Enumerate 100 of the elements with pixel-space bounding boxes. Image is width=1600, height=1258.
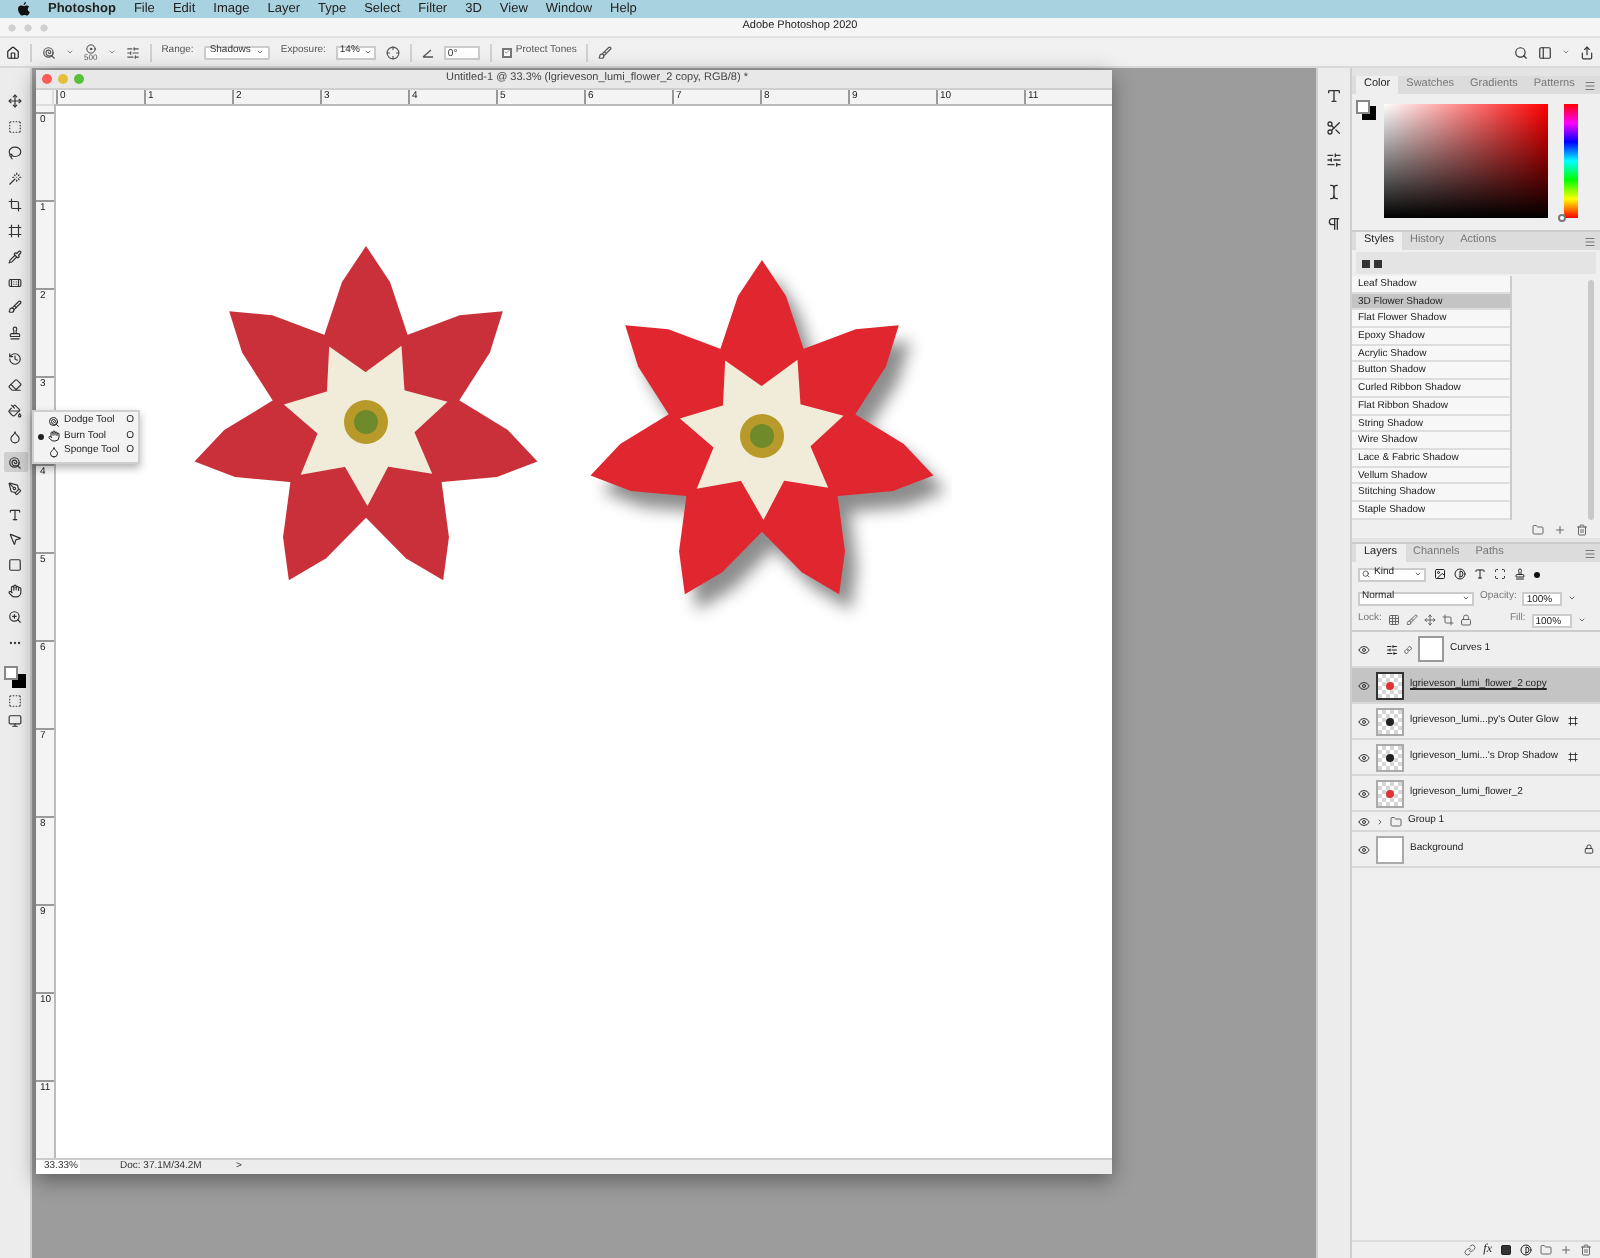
tool-button[interactable] [3, 246, 27, 266]
tool-button[interactable] [3, 143, 27, 163]
close-button[interactable] [42, 74, 52, 84]
frame-icon [8, 223, 22, 238]
angle-icon [421, 47, 434, 57]
image-filter-icon[interactable] [1434, 568, 1446, 580]
tool-button[interactable] [3, 452, 27, 473]
brush-tip-icon[interactable] [85, 43, 96, 53]
visibility-icon[interactable] [1358, 787, 1370, 799]
pointer-icon [8, 532, 22, 547]
search-icon[interactable] [1514, 45, 1528, 59]
lock-pixels-icon[interactable] [1387, 614, 1400, 626]
bandage-icon [8, 275, 22, 290]
adjustment-filter-icon[interactable] [1454, 568, 1466, 580]
visibility-icon[interactable] [1358, 679, 1370, 691]
color-swatches[interactable] [1356, 100, 1376, 120]
more-icon [8, 636, 22, 650]
home-icon[interactable] [6, 45, 20, 59]
pen-icon [8, 481, 22, 496]
layer-thumbnail [1376, 671, 1404, 699]
lock-paint-icon[interactable] [1405, 614, 1418, 626]
lock-position-icon[interactable] [1423, 614, 1436, 626]
hand-icon [48, 430, 60, 443]
color-picker-field[interactable] [1384, 104, 1548, 218]
brush-settings-icon[interactable] [125, 45, 140, 59]
eyedropper-icon [8, 249, 22, 264]
droplet-icon [8, 429, 22, 444]
tool-button[interactable] [3, 220, 27, 241]
adjustment-icon[interactable] [1520, 1244, 1532, 1256]
tool-button[interactable] [3, 195, 27, 215]
visibility-icon[interactable] [1358, 815, 1370, 827]
type-icon[interactable] [1326, 88, 1342, 104]
folder-icon[interactable] [1532, 523, 1544, 535]
layer-thumbnail [1376, 835, 1404, 863]
lock-icon [1584, 844, 1594, 854]
type-icon [8, 507, 22, 522]
lock-artboard-icon[interactable] [1441, 614, 1454, 626]
history-brush-icon [8, 352, 22, 367]
sponge-icon [48, 445, 60, 458]
layer-thumbnail [1376, 743, 1404, 771]
check-icon [503, 48, 510, 56]
tool-button[interactable] [3, 401, 27, 421]
mask-thumbnail [1418, 636, 1444, 662]
folder-icon [1390, 815, 1402, 827]
paragraph-icon[interactable] [1326, 216, 1342, 232]
tool-button[interactable] [3, 581, 27, 602]
apple-logo-icon[interactable] [18, 2, 30, 16]
visibility-icon[interactable] [1358, 751, 1370, 763]
text-cursor-icon[interactable] [1326, 184, 1342, 200]
panel-menu-icon[interactable] [1584, 236, 1596, 248]
stamp-icon [8, 326, 22, 341]
move-icon [8, 94, 22, 109]
color-swatches[interactable] [4, 665, 26, 688]
lock-all-icon[interactable] [1459, 614, 1472, 626]
folder-icon[interactable] [1540, 1244, 1552, 1256]
visibility-icon[interactable] [1358, 843, 1370, 855]
tool-button[interactable] [3, 556, 27, 576]
visibility-icon[interactable] [1358, 715, 1370, 727]
trash-icon[interactable] [1580, 1244, 1592, 1256]
dodge-icon [8, 455, 22, 470]
style-swatch-icon[interactable] [1374, 259, 1382, 267]
hue-slider-thumb[interactable] [1558, 214, 1566, 222]
rectangle-icon [8, 558, 22, 573]
dodge-icon [48, 415, 60, 428]
mask-icon[interactable] [1500, 1244, 1512, 1256]
tool-button[interactable] [3, 92, 27, 112]
tool-button[interactable] [3, 298, 27, 318]
new-icon[interactable] [1554, 523, 1566, 535]
layer-thumbnail [1376, 779, 1404, 807]
marquee-icon [8, 120, 22, 135]
panel-menu-icon[interactable] [1584, 548, 1596, 560]
sliders-icon[interactable] [1326, 152, 1342, 168]
tool-button[interactable] [3, 349, 27, 369]
tool-button[interactable] [3, 478, 27, 498]
quick-mask-icon[interactable] [8, 693, 22, 708]
paint-bucket-icon [8, 403, 22, 418]
scrollbar[interactable] [1588, 280, 1594, 520]
protect-tones-checkbox[interactable] [501, 47, 512, 57]
share-icon[interactable] [1580, 45, 1594, 59]
layer-thumbnail [1376, 707, 1404, 735]
type-filter-icon[interactable] [1474, 568, 1486, 580]
trash-icon[interactable] [1576, 523, 1588, 535]
pressure-icon[interactable] [598, 45, 613, 59]
zoom-icon [8, 610, 22, 625]
dodge-icon[interactable] [42, 45, 56, 59]
link-icon [1404, 645, 1412, 653]
filter-toggle[interactable] [1534, 571, 1540, 577]
tool-button[interactable] [3, 375, 27, 395]
visibility-icon[interactable] [1358, 643, 1370, 655]
workspace-icon[interactable] [1538, 45, 1552, 59]
new-icon[interactable] [1560, 1244, 1572, 1256]
search-icon [1362, 570, 1370, 578]
adjustment-icon [1386, 643, 1398, 655]
link-icon[interactable] [1463, 1244, 1476, 1256]
panel-menu-icon[interactable] [1584, 80, 1596, 92]
hue-slider[interactable] [1564, 104, 1578, 218]
tool-button[interactable] [3, 607, 27, 627]
scissors-icon[interactable] [1326, 120, 1342, 136]
screen-mode-icon[interactable] [8, 714, 22, 729]
style-swatch-icon[interactable] [1362, 259, 1370, 267]
